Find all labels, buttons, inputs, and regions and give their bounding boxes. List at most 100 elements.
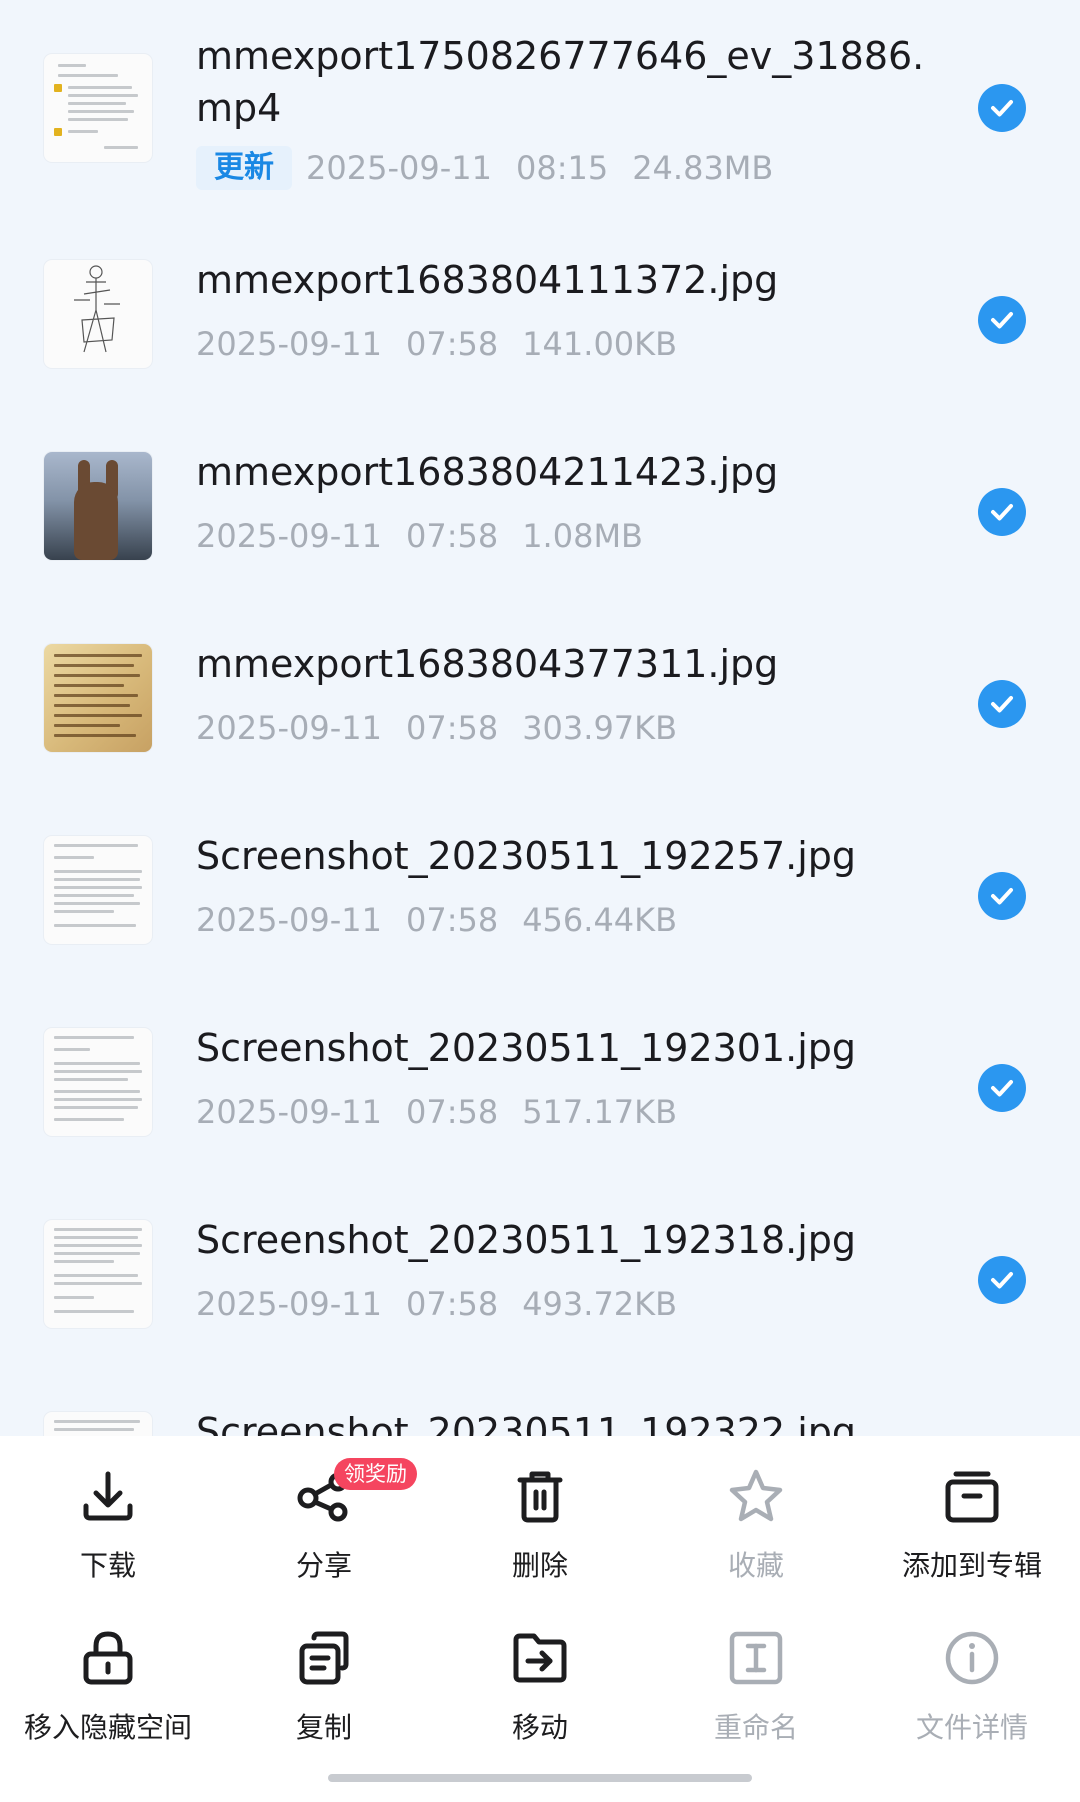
move-icon	[513, 1633, 567, 1683]
file-time: 07:58	[405, 1285, 499, 1323]
reward-badge: 领奖励	[334, 1458, 417, 1490]
move-button[interactable]: 移动	[432, 1598, 648, 1748]
file-name: mmexport1683804377311.jpg	[196, 642, 779, 686]
file-size: 517.17KB	[522, 1093, 678, 1131]
selected-checkbox[interactable]	[978, 1256, 1026, 1304]
add-to-album-label: 添加到专辑	[901, 1549, 1042, 1582]
home-indicator[interactable]	[328, 1774, 752, 1782]
file-time: 08:15	[515, 149, 609, 187]
checkmark-icon	[991, 1080, 1013, 1097]
list-item[interactable]: Screenshot_20230511_192322.jpg	[0, 1384, 1080, 1436]
file-time: 07:58	[405, 901, 499, 939]
file-meta: 2025-09-11 08:15 24.83MB	[306, 146, 797, 190]
rename-icon	[729, 1631, 783, 1685]
selected-checkbox[interactable]	[978, 680, 1026, 728]
lock-icon	[83, 1631, 133, 1685]
file-thumbnail	[44, 644, 152, 752]
file-time: 07:58	[405, 517, 499, 555]
rename-button[interactable]: 重命名	[648, 1598, 864, 1748]
file-date: 2025-09-11	[196, 1093, 382, 1131]
file-date: 2025-09-11	[196, 709, 382, 747]
file-thumbnail	[44, 1028, 152, 1136]
file-size: 141.00KB	[522, 325, 678, 363]
selected-checkbox[interactable]	[978, 296, 1026, 344]
favorite-button[interactable]: 收藏	[648, 1436, 864, 1586]
file-time: 07:58	[405, 1093, 499, 1131]
file-thumbnail	[44, 54, 152, 162]
list-item[interactable]: Screenshot_20230511_192318.jpg 2025-09-1…	[0, 1192, 1080, 1382]
list-item[interactable]: mmexport1683804377311.jpg 2025-09-11 07:5…	[0, 616, 1080, 806]
share-label: 分享	[295, 1549, 352, 1582]
checkmark-icon	[991, 696, 1013, 713]
rename-label: 重命名	[713, 1711, 798, 1744]
checkmark-icon	[991, 1272, 1013, 1289]
file-thumbnail	[44, 452, 152, 560]
file-size: 24.83MB	[632, 149, 774, 187]
file-list: mmexport1750826777646_ev_31886.mp4 更新 20…	[0, 0, 1080, 1436]
file-date: 2025-09-11	[196, 1285, 382, 1323]
update-tag: 更新	[196, 146, 292, 190]
star-icon	[729, 1469, 783, 1522]
selected-checkbox[interactable]	[978, 488, 1026, 536]
action-panel: 下载 分享 领奖励 删除 收藏 添加到专辑 移入隐藏空间 复制 移动 重命名 文…	[0, 1436, 1080, 1802]
file-name: Screenshot_20230511_192301.jpg	[196, 1026, 857, 1070]
file-name: mmexport1750826777646_ev_31886.mp4	[196, 34, 925, 130]
hide-button[interactable]: 移入隐藏空间	[0, 1598, 216, 1748]
selected-checkbox[interactable]	[978, 1064, 1026, 1112]
file-size: 493.72KB	[522, 1285, 678, 1323]
file-meta: 2025-09-11 07:58 456.44KB	[196, 898, 701, 942]
favorite-label: 收藏	[727, 1549, 784, 1582]
file-thumbnail	[44, 836, 152, 944]
checkmark-icon	[991, 888, 1013, 905]
delete-button[interactable]: 删除	[432, 1436, 648, 1586]
list-item[interactable]: mmexport1683804211423.jpg 2025-09-11 07:5…	[0, 424, 1080, 614]
checkmark-icon	[991, 504, 1013, 521]
file-date: 2025-09-11	[306, 149, 492, 187]
trash-icon	[517, 1471, 563, 1523]
file-meta: 2025-09-11 07:58 1.08MB	[196, 514, 667, 558]
album-icon	[945, 1471, 999, 1523]
hide-label: 移入隐藏空间	[23, 1711, 192, 1744]
file-thumbnail	[44, 1220, 152, 1328]
info-icon	[945, 1631, 999, 1685]
file-name: Screenshot_20230511_192318.jpg	[196, 1218, 857, 1262]
list-item[interactable]: Screenshot_20230511_192301.jpg 2025-09-1…	[0, 1000, 1080, 1190]
file-date: 2025-09-11	[196, 325, 382, 363]
download-icon	[83, 1471, 133, 1521]
copy-icon	[299, 1631, 349, 1685]
file-size: 456.44KB	[522, 901, 678, 939]
file-meta: 2025-09-11 07:58 303.97KB	[196, 706, 701, 750]
copy-label: 复制	[295, 1711, 352, 1744]
selected-checkbox[interactable]	[978, 84, 1026, 132]
file-date: 2025-09-11	[196, 901, 382, 939]
file-meta: 2025-09-11 07:58 517.17KB	[196, 1090, 701, 1134]
file-name: Screenshot_20230511_192322.jpg	[196, 1410, 857, 1436]
file-time: 07:58	[405, 709, 499, 747]
list-item[interactable]: Screenshot_20230511_192257.jpg 2025-09-1…	[0, 808, 1080, 998]
file-time: 07:58	[405, 325, 499, 363]
checkmark-icon	[991, 100, 1013, 117]
file-meta: 2025-09-11 07:58 141.00KB	[196, 322, 701, 366]
delete-label: 删除	[511, 1549, 568, 1582]
move-label: 移动	[511, 1711, 568, 1744]
file-size: 303.97KB	[522, 709, 678, 747]
copy-button[interactable]: 复制	[216, 1598, 432, 1748]
file-meta: 2025-09-11 07:58 493.72KB	[196, 1282, 701, 1326]
file-name: mmexport1683804211423.jpg	[196, 450, 779, 494]
add-to-album-button[interactable]: 添加到专辑	[864, 1436, 1080, 1586]
list-item[interactable]: mmexport1750826777646_ev_31886.mp4 更新 20…	[0, 0, 1080, 190]
share-button[interactable]: 分享 领奖励	[216, 1436, 432, 1586]
file-thumbnail	[44, 260, 152, 368]
file-name: Screenshot_20230511_192257.jpg	[196, 834, 857, 878]
file-size: 1.08MB	[522, 517, 643, 555]
download-label: 下载	[79, 1549, 136, 1582]
details-button[interactable]: 文件详情	[864, 1598, 1080, 1748]
selected-checkbox[interactable]	[978, 872, 1026, 920]
details-label: 文件详情	[915, 1711, 1028, 1744]
file-thumbnail	[44, 1412, 152, 1436]
file-date: 2025-09-11	[196, 517, 382, 555]
list-item[interactable]: mmexport1683804111372.jpg 2025-09-11 07:5…	[0, 232, 1080, 422]
file-name: mmexport1683804111372.jpg	[196, 258, 779, 302]
checkmark-icon	[991, 312, 1013, 329]
download-button[interactable]: 下载	[0, 1436, 216, 1586]
